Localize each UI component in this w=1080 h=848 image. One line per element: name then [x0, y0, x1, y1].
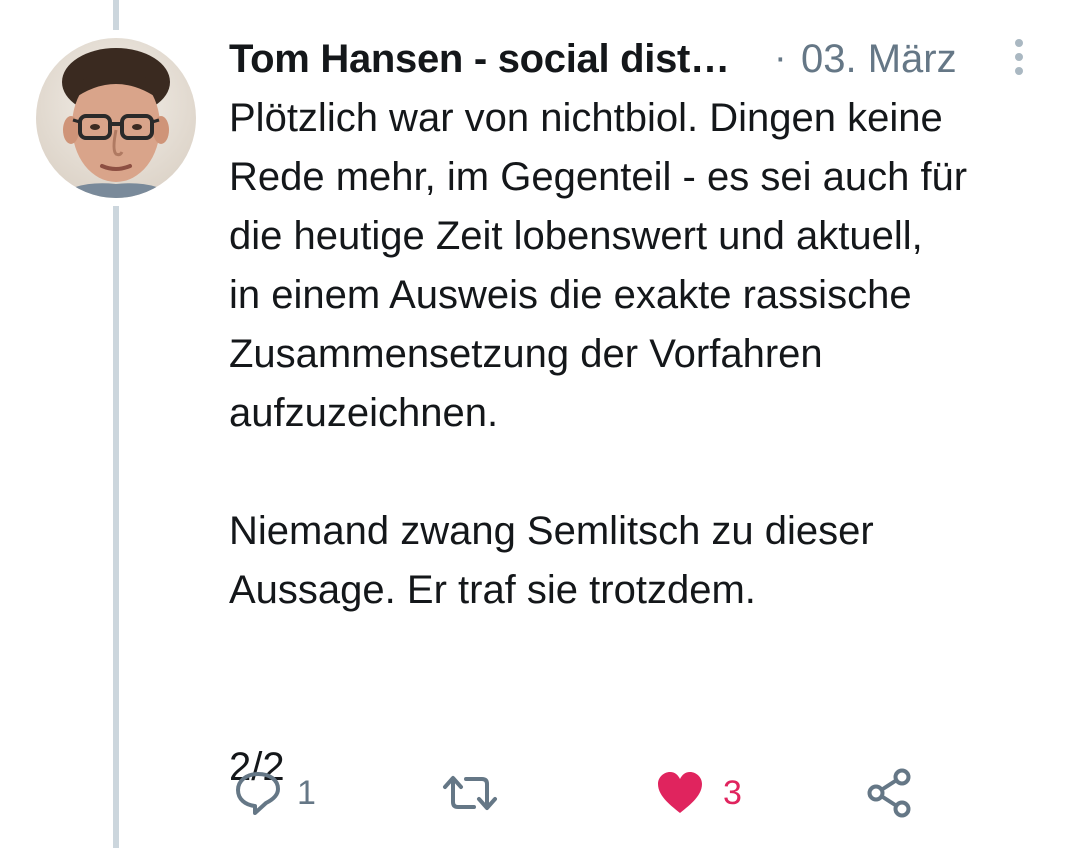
avatar[interactable]: [36, 38, 196, 198]
tweet-text: Plötzlich war von nichtbiol. Dingen kein…: [229, 96, 968, 789]
thread-line-top: [113, 0, 119, 30]
author-name[interactable]: Tom Hansen - social dist…: [229, 37, 730, 82]
share-button[interactable]: [865, 768, 915, 818]
reply-count: 1: [297, 773, 316, 812]
more-vertical-icon: [1015, 39, 1023, 75]
like-count: 3: [723, 773, 742, 812]
thread-line-bottom: [113, 206, 119, 848]
share-icon: [867, 768, 911, 818]
retweet-button[interactable]: [441, 768, 499, 818]
like-button[interactable]: 3: [655, 768, 742, 818]
reply-icon: [236, 772, 280, 815]
retweet-icon: [443, 776, 497, 810]
more-options-button[interactable]: [1004, 35, 1034, 79]
date-separator: ·: [774, 37, 787, 79]
tweet-actions: 1 3: [229, 768, 929, 818]
tweet-header: Tom Hansen - social dist… · 03. März: [229, 33, 1049, 85]
reply-button[interactable]: 1: [233, 768, 316, 818]
timestamp[interactable]: 03. März: [801, 37, 957, 82]
heart-icon: [658, 772, 702, 813]
